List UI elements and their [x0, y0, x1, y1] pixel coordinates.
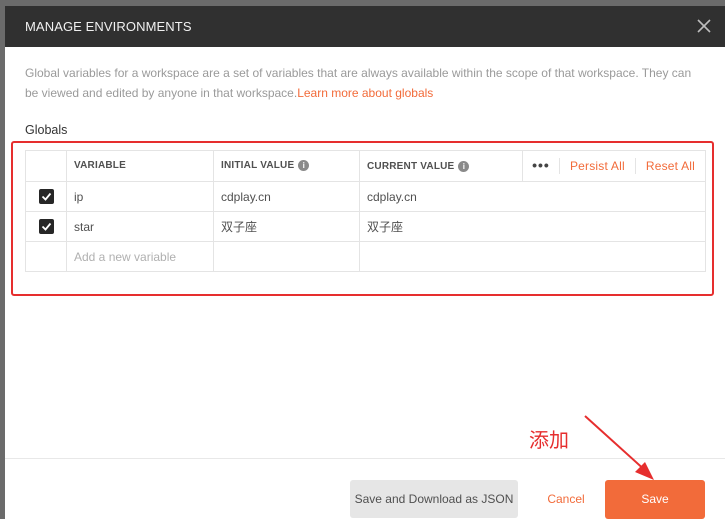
dialog-title: MANAGE ENVIRONMENTS — [25, 19, 192, 34]
row-enabled-checkbox[interactable] — [38, 189, 54, 205]
check-icon — [41, 223, 51, 231]
table-row: ip cdplay.cn cdplay.cn — [25, 181, 706, 212]
arrow-icon — [584, 415, 654, 480]
manage-environments-dialog: MANAGE ENVIRONMENTS Global variables for… — [5, 6, 725, 519]
initial-value-cell[interactable]: cdplay.cn — [213, 181, 360, 212]
globals-section-label: Globals — [25, 123, 68, 137]
table-row: star 双子座 双子座 — [25, 211, 706, 242]
row-enabled-checkbox[interactable] — [38, 219, 54, 235]
cancel-button[interactable]: Cancel — [538, 480, 594, 518]
check-icon — [41, 193, 51, 201]
header-checkbox-cell — [25, 150, 67, 182]
variable-cell[interactable]: star — [66, 211, 214, 242]
save-download-json-button[interactable]: Save and Download as JSON — [350, 480, 518, 518]
header-current-value: CURRENT VALUE i ••• Persist All Reset All — [359, 150, 706, 182]
new-current-value-input[interactable] — [359, 241, 706, 272]
row-checkbox-cell — [25, 211, 67, 242]
header-actions: ••• Persist All Reset All — [521, 151, 705, 181]
variables-table: VARIABLE INITIAL VALUE i CURRENT VALUE i •… — [25, 150, 706, 272]
globals-description: Global variables for a workspace are a s… — [25, 63, 705, 103]
new-initial-value-input[interactable] — [213, 241, 360, 272]
annotation-label: 添加 — [529, 430, 569, 452]
new-variable-input[interactable]: Add a new variable — [66, 241, 214, 272]
close-icon[interactable] — [693, 15, 715, 37]
info-icon[interactable]: i — [298, 160, 310, 172]
save-button[interactable]: Save — [605, 480, 705, 519]
header-variable: VARIABLE — [66, 150, 214, 182]
initial-value-cell[interactable]: 双子座 — [213, 211, 360, 242]
persist-all-button[interactable]: Persist All — [558, 158, 635, 174]
row-checkbox-cell — [25, 181, 67, 212]
learn-more-link[interactable]: Learn more about globals — [297, 86, 433, 100]
current-value-cell[interactable]: 双子座 — [359, 211, 706, 242]
variable-cell[interactable]: ip — [66, 181, 214, 212]
table-header-row: VARIABLE INITIAL VALUE i CURRENT VALUE i •… — [25, 150, 706, 182]
header-initial-value: INITIAL VALUE i — [213, 150, 360, 182]
new-variable-row: Add a new variable — [25, 241, 706, 272]
info-icon[interactable]: i — [458, 160, 470, 172]
more-options-icon[interactable]: ••• — [521, 151, 559, 181]
current-value-cell[interactable]: cdplay.cn — [359, 181, 706, 212]
new-row-checkbox-cell — [25, 241, 67, 272]
dialog-header: MANAGE ENVIRONMENTS — [5, 6, 725, 47]
reset-all-button[interactable]: Reset All — [634, 158, 705, 174]
